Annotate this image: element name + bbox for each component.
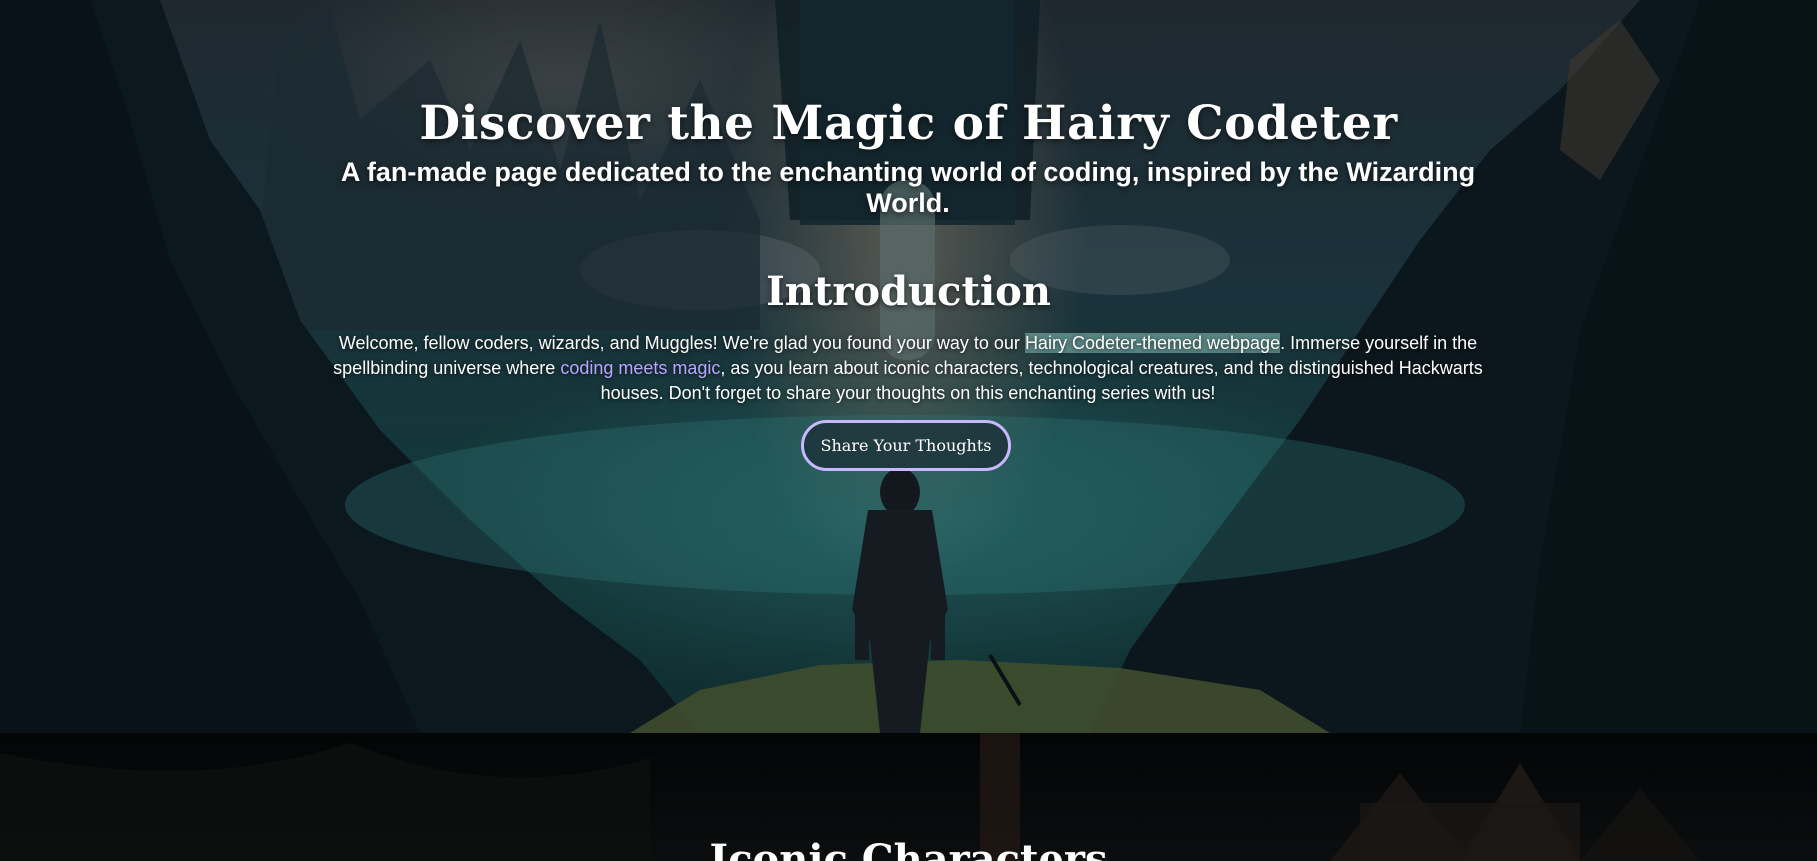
hero-title: Discover the Magic of Hairy Codeter — [419, 96, 1398, 151]
introduction-paragraph: Welcome, fellow coders, wizards, and Mug… — [320, 331, 1496, 406]
intro-text-part1: Welcome, fellow coders, wizards, and Mug… — [338, 333, 1025, 353]
introduction-heading: Introduction — [766, 268, 1051, 315]
page: Discover the Magic of Hairy Codeter A fa… — [0, 0, 1817, 861]
hero-section: Discover the Magic of Hairy Codeter A fa… — [0, 0, 1817, 733]
highlighted-text[interactable]: Hairy Codeter-themed webpage — [1024, 333, 1281, 353]
coding-meets-magic-link[interactable]: coding meets magic — [560, 358, 720, 378]
share-your-thoughts-button[interactable]: Share Your Thoughts — [801, 420, 1011, 471]
hero-subtitle: A fan-made page dedicated to the enchant… — [340, 157, 1476, 218]
iconic-characters-heading: Iconic Characters — [709, 836, 1108, 861]
intro-text-part3: , as you learn about iconic characters, … — [600, 358, 1483, 403]
